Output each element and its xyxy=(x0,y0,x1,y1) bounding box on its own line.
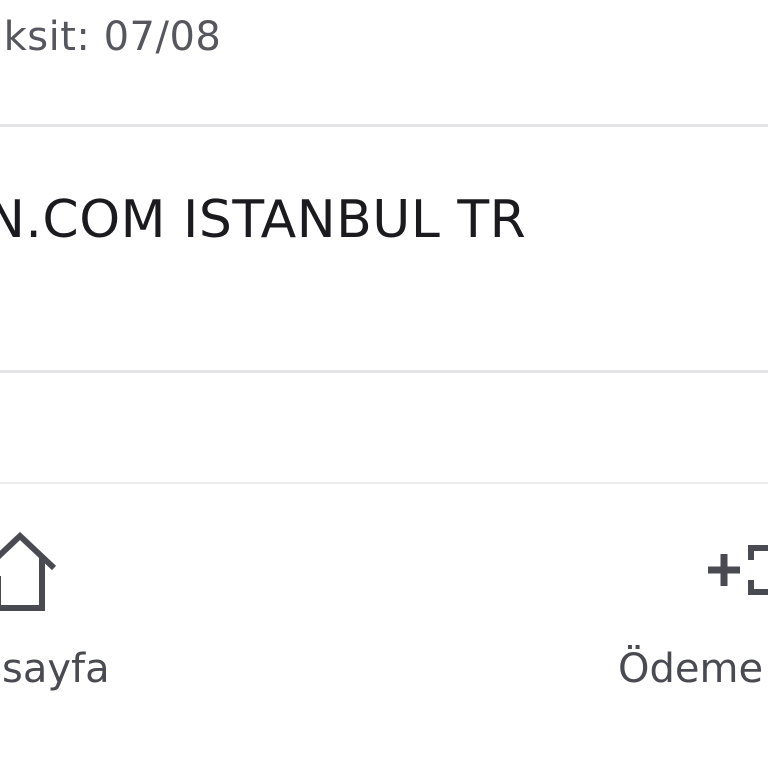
payment-icon xyxy=(704,534,768,614)
screen: ıksit: 07/08 N.COM ISTANBUL TR sayfa Öde… xyxy=(0,0,768,768)
merchant-name: N.COM ISTANBUL TR xyxy=(0,190,527,250)
nav-item-home[interactable]: sayfa xyxy=(0,524,180,704)
truncated-header-text xyxy=(560,0,768,8)
home-icon xyxy=(0,524,60,614)
installment-text: ıksit: 07/08 xyxy=(0,14,222,60)
nav-item-payment[interactable]: Ödeme xyxy=(612,524,768,704)
bottom-navigation: sayfa Ödeme xyxy=(0,484,768,768)
nav-item-label: Ödeme xyxy=(618,646,764,692)
nav-item-label: sayfa xyxy=(2,646,110,692)
divider xyxy=(0,370,768,373)
divider xyxy=(0,124,768,127)
